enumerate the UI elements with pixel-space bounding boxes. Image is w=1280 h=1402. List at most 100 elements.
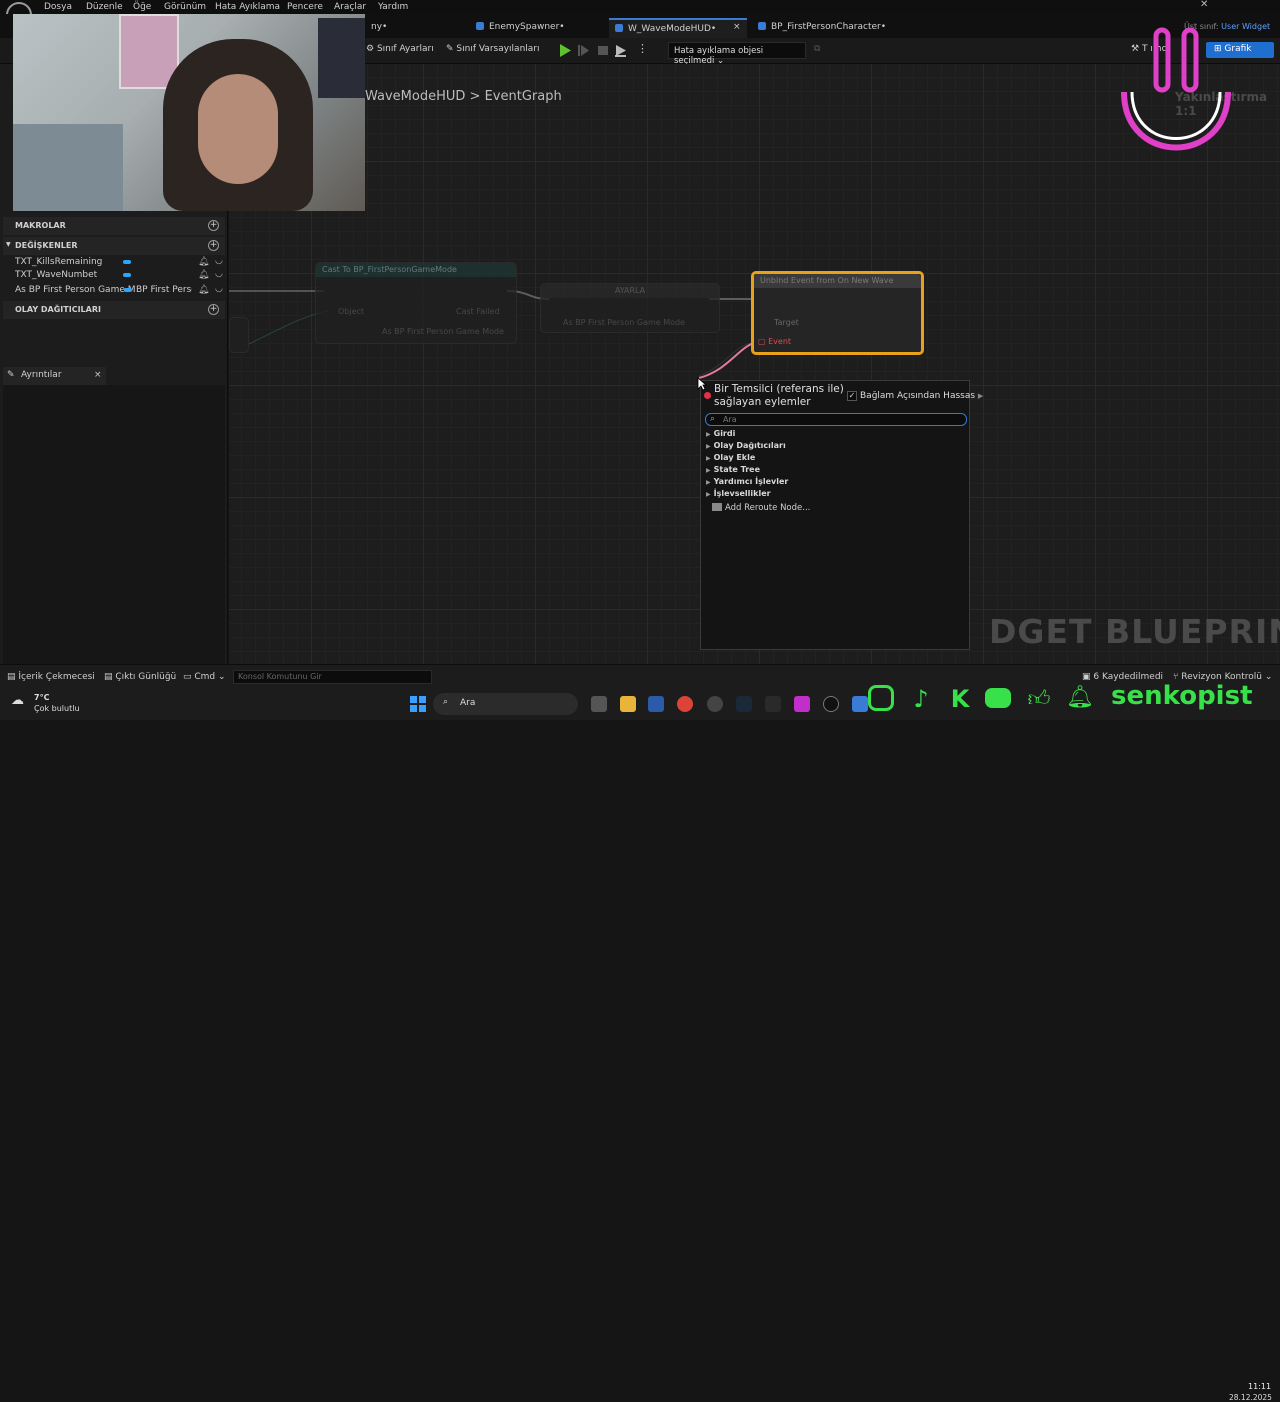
- menu-edit[interactable]: Düzenle: [86, 2, 123, 12]
- as-game-mode-pin[interactable]: As BP First Person Game Mode: [382, 327, 504, 336]
- menu-file[interactable]: Dosya: [44, 2, 72, 12]
- add-dispatcher-icon[interactable]: +: [208, 304, 219, 315]
- app-icon[interactable]: [707, 696, 723, 712]
- cast-failed-pin[interactable]: Cast Failed: [456, 307, 500, 316]
- event-dispatchers-section[interactable]: OLAY DAĞITICILARI +: [3, 301, 225, 319]
- weather-desc[interactable]: Çok bulutlu: [34, 704, 80, 713]
- eye-icon[interactable]: ◡: [215, 256, 223, 266]
- kick-icon: K: [950, 685, 970, 713]
- eye-icon[interactable]: ◡: [215, 269, 223, 279]
- variables-section[interactable]: ▼ DEĞİŞKENLER +: [3, 237, 225, 255]
- windows-start-icon[interactable]: [410, 696, 426, 712]
- more-options-icon[interactable]: ⋮: [637, 42, 648, 55]
- steam-icon[interactable]: [736, 696, 752, 712]
- category-input[interactable]: ▶ Girdi: [706, 429, 735, 438]
- webcam-overlay: [13, 14, 365, 211]
- content-drawer-button[interactable]: ▤ İçerik Çekmecesi: [7, 672, 95, 682]
- unbind-node-title: Unbind Event from On New Wave: [754, 274, 921, 288]
- pencil-icon: ✎: [446, 44, 457, 54]
- console-input[interactable]: Konsol Komutunu Gir: [233, 670, 432, 684]
- play-icon[interactable]: [557, 43, 573, 58]
- action-menu-title: Bir Temsilci (referans ile) sağlayan eyl…: [714, 383, 844, 408]
- weather-temp[interactable]: 7°C: [34, 693, 49, 702]
- tab-label: W_WaveModeHUD•: [628, 24, 717, 34]
- variables-header: DEĞİŞKENLER: [15, 241, 78, 250]
- object-pin[interactable]: Object: [338, 307, 364, 316]
- menu-help[interactable]: Yardım: [378, 2, 408, 12]
- tab-partial[interactable]: ny•: [365, 18, 393, 38]
- add-reroute-node-item[interactable]: Add Reroute Node...: [712, 503, 810, 513]
- graph-node-partial[interactable]: [229, 317, 249, 353]
- clock-time[interactable]: 11:11: [1248, 1382, 1271, 1391]
- file-explorer-icon[interactable]: [620, 696, 636, 712]
- set-value-pin[interactable]: As BP First Person Game Mode: [563, 318, 685, 327]
- menu-tools[interactable]: Araçlar: [334, 2, 366, 12]
- stop-icon[interactable]: [595, 43, 611, 58]
- menu-debug[interactable]: Hata Ayıklama: [215, 2, 280, 12]
- app-icon[interactable]: [794, 696, 810, 712]
- category-event-dispatchers[interactable]: ▶ Olay Dağıtıcıları: [706, 441, 786, 450]
- tab-first-person-character[interactable]: BP_FirstPersonCharacter•: [752, 18, 892, 38]
- category-state-tree[interactable]: ▶ State Tree: [706, 465, 760, 474]
- thumbs-up-icon: 👍︎: [1027, 687, 1051, 712]
- epic-games-icon[interactable]: [765, 696, 781, 712]
- bell-icon[interactable]: 🔔︎: [198, 257, 209, 267]
- variable-item[interactable]: As BP First Person Game M: [15, 285, 136, 295]
- task-view-icon[interactable]: [591, 696, 607, 712]
- bell-icon[interactable]: 🔔︎: [198, 270, 209, 280]
- blueprint-icon: [476, 22, 484, 30]
- taskbar-search[interactable]: ⌕ Ara: [433, 693, 578, 715]
- set-node[interactable]: AYARLA As BP First Person Game Mode: [540, 283, 720, 333]
- menu-window[interactable]: Pencere: [287, 2, 323, 12]
- tab-close-icon[interactable]: ×: [733, 22, 741, 32]
- add-variable-icon[interactable]: +: [208, 240, 219, 251]
- store-icon[interactable]: [648, 696, 664, 712]
- expand-arrow-icon: ▶: [706, 479, 711, 486]
- class-defaults-button[interactable]: ✎ Sınıf Varsayılanları: [446, 44, 540, 54]
- menu-view[interactable]: Görünüm: [164, 2, 206, 12]
- category-label: Yardımcı İşlevler: [713, 477, 789, 486]
- debug-object-select[interactable]: Hata ayıklama objesi seçilmedi ⌄: [668, 42, 806, 66]
- chrome-icon[interactable]: [677, 696, 693, 712]
- variable-item[interactable]: TXT_KillsRemaining: [15, 257, 102, 267]
- menu-asset[interactable]: Öğe: [133, 2, 151, 12]
- unreal-engine-icon[interactable]: [823, 696, 839, 712]
- step-icon[interactable]: [576, 43, 592, 58]
- action-search-input[interactable]: ⌕ Ara: [705, 413, 967, 426]
- find-in-blueprint-icon[interactable]: ⧉: [814, 44, 820, 54]
- bell-icon[interactable]: 🔔︎: [198, 285, 209, 295]
- cmd-select[interactable]: ▭ Cmd ⌄: [183, 672, 226, 682]
- target-pin[interactable]: Target: [774, 318, 799, 327]
- macros-section[interactable]: MAKROLAR +: [3, 217, 225, 235]
- category-label: İşlevsellikler: [713, 489, 771, 498]
- widget-blueprint-icon: [615, 24, 623, 32]
- action-context-menu: Bir Temsilci (referans ile) sağlayan eyl…: [700, 380, 983, 650]
- app-icon[interactable]: [852, 696, 868, 712]
- search-icon: ⌕: [443, 697, 449, 707]
- category-add-event[interactable]: ▶ Olay Ekle: [706, 453, 755, 462]
- clock-date[interactable]: 28.12.2025: [1229, 1393, 1272, 1402]
- window-controls[interactable]: – ❐ ✕: [1200, 0, 1280, 10]
- output-log-button[interactable]: ▤ Çıktı Günlüğü: [104, 672, 176, 682]
- category-label: State Tree: [713, 465, 761, 474]
- gear-icon: ⚙: [366, 44, 377, 54]
- tab-enemy-spawner[interactable]: EnemySpawner•: [470, 18, 571, 38]
- class-settings-button[interactable]: ⚙ Sınıf Ayarları: [366, 44, 434, 54]
- eye-icon[interactable]: ◡: [215, 284, 223, 294]
- tab-wave-mode-hud[interactable]: W_WaveModeHUD•: [609, 18, 747, 38]
- context-sensitive-checkbox[interactable]: ✓: [847, 391, 857, 401]
- event-pin[interactable]: ▢ Event: [758, 337, 791, 346]
- eject-icon[interactable]: [613, 43, 629, 58]
- category-utilities[interactable]: ▶ Yardımcı İşlevler: [706, 477, 788, 486]
- category-functions[interactable]: ▶ İşlevsellikler: [706, 489, 771, 498]
- close-icon[interactable]: ×: [94, 370, 102, 380]
- set-node-title: AYARLA: [541, 284, 719, 298]
- details-tab[interactable]: ✎ Ayrıntılar: [3, 367, 106, 385]
- cast-node[interactable]: Cast To BP_FirstPersonGameMode Object Ca…: [315, 262, 517, 344]
- unbind-event-node[interactable]: Unbind Event from On New Wave Target ▢ E…: [751, 271, 924, 355]
- content-drawer-label: İçerik Çekmecesi: [18, 672, 95, 682]
- folder-icon: ▤: [7, 672, 19, 682]
- macros-header: MAKROLAR: [15, 221, 66, 230]
- variable-item[interactable]: TXT_WaveNumbet: [15, 270, 97, 280]
- add-macro-icon[interactable]: +: [208, 220, 219, 231]
